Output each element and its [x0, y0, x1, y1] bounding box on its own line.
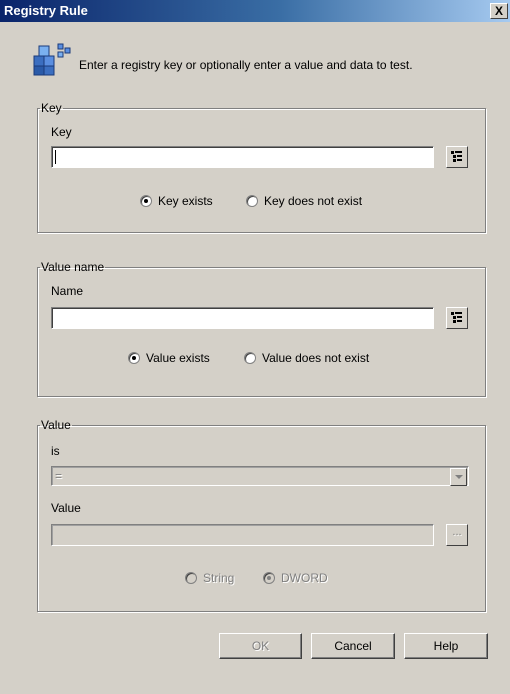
- chevron-down-icon[interactable]: [450, 468, 467, 486]
- tree-browse-icon: [451, 151, 462, 162]
- value-input[interactable]: [51, 524, 434, 546]
- cancel-button[interactable]: Cancel: [311, 633, 395, 659]
- intro-text: Enter a registry key or optionally enter…: [79, 58, 413, 72]
- window-title: Registry Rule: [4, 3, 88, 18]
- is-label: is: [51, 444, 60, 458]
- value-exists-label: Value exists: [146, 351, 210, 365]
- dword-label: DWORD: [281, 571, 328, 585]
- value-browse-button[interactable]: ...: [446, 524, 468, 546]
- text-caret: [55, 150, 56, 164]
- operator-select[interactable]: =: [51, 466, 469, 486]
- value-exists-radio[interactable]: [128, 352, 140, 364]
- string-label: String: [203, 571, 235, 585]
- key-group-legend: Key: [41, 101, 62, 115]
- registry-cubes-icon: [32, 42, 72, 76]
- value-group: Value: [37, 418, 486, 612]
- key-exists-label: Key exists: [158, 194, 213, 208]
- value-field-label: Value: [51, 501, 81, 515]
- key-exists-radio[interactable]: [140, 195, 152, 207]
- ok-button[interactable]: OK: [219, 633, 302, 659]
- value-name-group-legend: Value name: [41, 260, 105, 274]
- value-group-legend: Value: [41, 418, 71, 432]
- string-radio[interactable]: [185, 572, 197, 584]
- key-not-exists-label: Key does not exist: [264, 194, 363, 208]
- dword-radio[interactable]: [263, 572, 275, 584]
- name-browse-button[interactable]: [446, 307, 468, 329]
- value-not-exists-radio[interactable]: [244, 352, 256, 364]
- close-button[interactable]: X: [490, 3, 508, 19]
- key-field-label: Key: [51, 125, 72, 139]
- name-input[interactable]: [51, 307, 434, 329]
- operator-value: =: [55, 469, 63, 483]
- tree-browse-icon: [451, 312, 462, 323]
- key-browse-button[interactable]: [446, 146, 468, 168]
- title-bar: Registry Rule X: [0, 0, 510, 22]
- name-field-label: Name: [51, 284, 84, 298]
- key-not-exists-radio[interactable]: [246, 195, 258, 207]
- value-not-exists-label: Value does not exist: [262, 351, 370, 365]
- help-button[interactable]: Help: [404, 633, 488, 659]
- key-input[interactable]: [51, 146, 434, 168]
